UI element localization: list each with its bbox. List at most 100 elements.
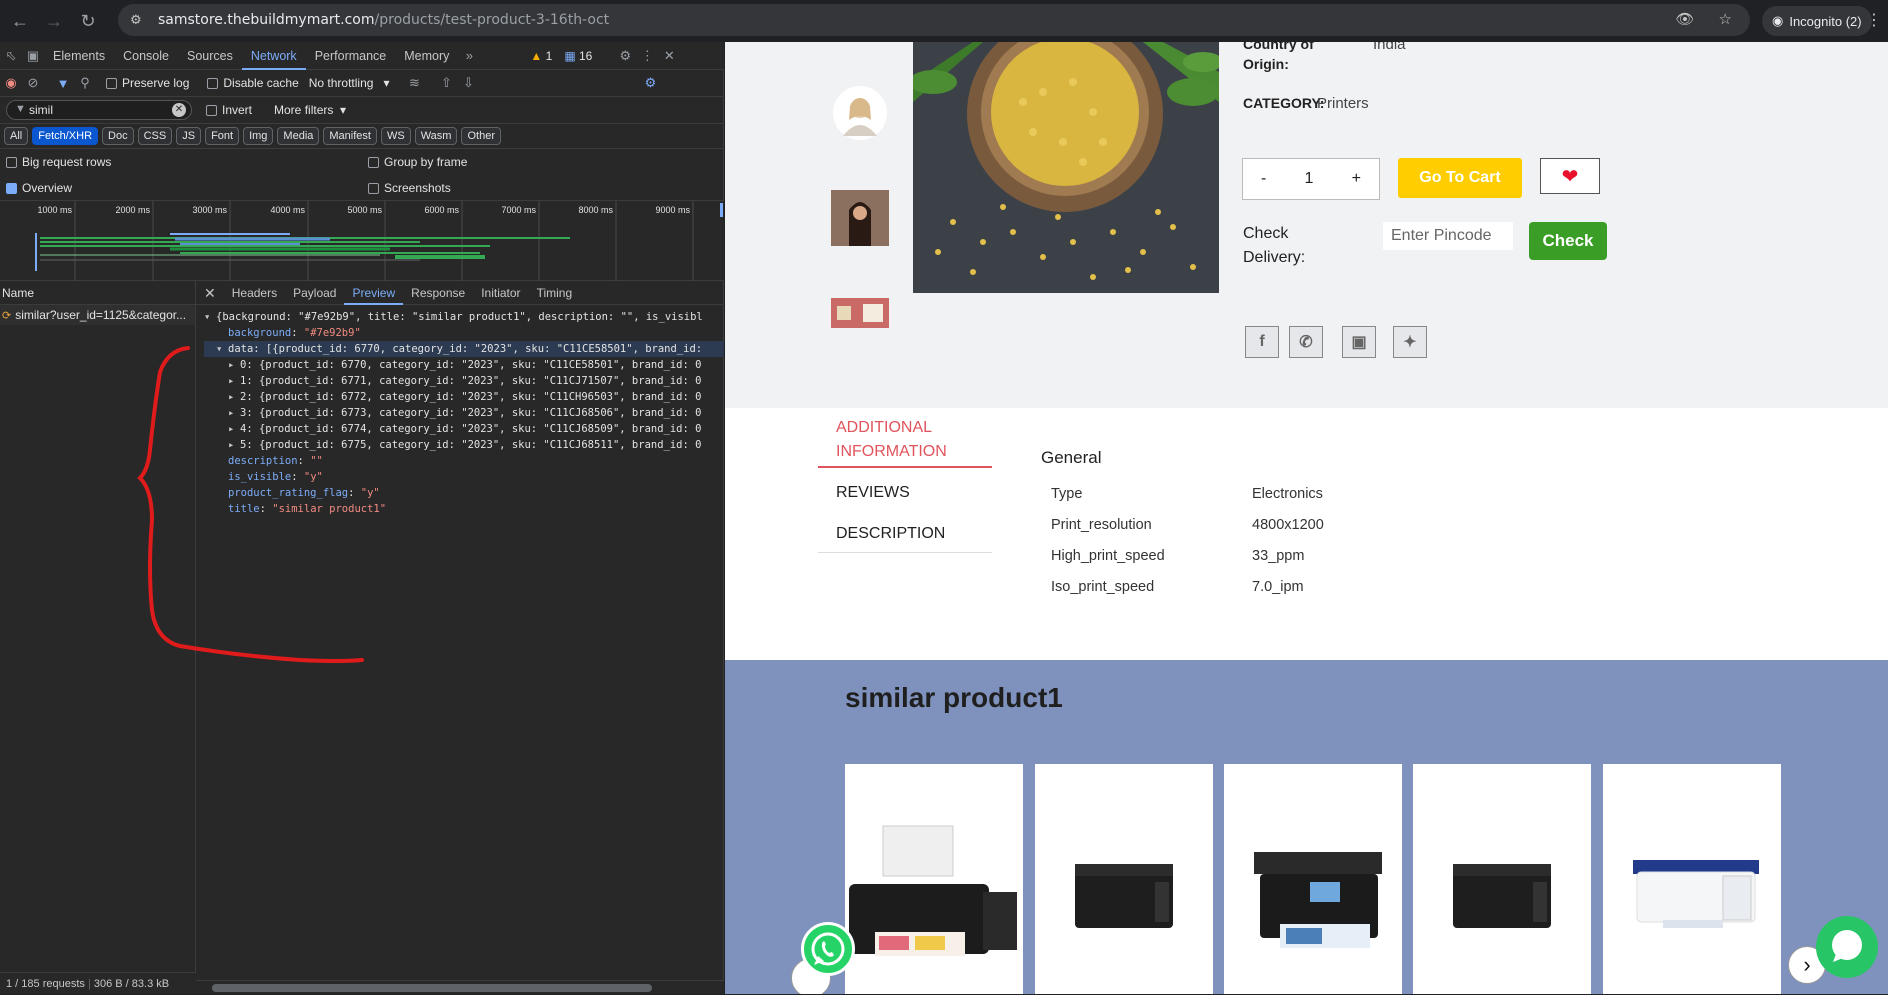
bookmark-star-icon[interactable]: ☆ [1719,10,1732,28]
tab-headers[interactable]: Headers [224,281,285,305]
network-overview-timeline[interactable]: 1000 ms 2000 ms 3000 ms 4000 ms 5000 ms … [0,201,724,281]
thumbnail-1[interactable] [831,84,889,142]
tab-memory[interactable]: Memory [395,42,458,70]
spec-key: Type [1051,486,1083,502]
tab-sources[interactable]: Sources [178,42,242,70]
tab-console[interactable]: Console [114,42,178,70]
qty-increment-button[interactable]: + [1352,170,1361,188]
thumbnail-3[interactable] [831,298,889,328]
group-by-frame-checkbox[interactable]: Group by frame [368,155,467,169]
type-all[interactable]: All [4,127,29,145]
back-icon[interactable]: ← [6,7,34,35]
network-conditions-icon[interactable]: ≋ [403,75,425,91]
reload-icon[interactable]: ↻ [74,7,102,35]
product-card[interactable] [845,764,1023,994]
wishlist-button[interactable]: ❤ [1540,158,1600,194]
type-wasm[interactable]: Wasm [414,127,458,145]
preview-item[interactable]: ▸ 0: {product_id: 6770, category_id: "202… [204,357,724,373]
inspect-icon[interactable]: ⬁ [0,48,22,64]
type-manifest[interactable]: Manifest [323,127,377,145]
whatsapp-share-button[interactable]: ✆ [1289,326,1323,358]
horizontal-scrollbar[interactable] [196,980,724,994]
instagram-share-button[interactable]: ▣ [1342,326,1376,358]
tab-additional-information[interactable]: ADDITIONAL INFORMATION [836,416,996,464]
product-card[interactable] [1603,764,1781,994]
product-card[interactable] [1224,764,1402,994]
tab-preview[interactable]: Preview [344,281,404,305]
product-card[interactable] [1035,764,1213,994]
messages-count[interactable]: ▦ 16 [564,49,592,63]
type-fetch-xhr[interactable]: Fetch/XHR [32,127,99,145]
eye-off-icon[interactable]: 👁 [1676,10,1695,28]
settings-gear-icon[interactable]: ⚙ [614,48,636,64]
close-devtools-icon[interactable]: ✕ [658,48,680,64]
site-info-icon[interactable]: ⚙ [130,12,148,28]
preview-item[interactable]: ▸ 5: {product_id: 6775, category_id: "202… [204,437,724,453]
type-css[interactable]: CSS [137,127,173,145]
screenshots-checkbox[interactable]: Screenshots [368,181,451,195]
search-icon[interactable]: ⚲ [74,75,96,91]
check-delivery-button[interactable]: Check [1529,222,1607,260]
product-card[interactable] [1413,764,1591,994]
tab-elements[interactable]: Elements [44,42,114,70]
close-detail-icon[interactable]: ✕ [196,281,224,305]
forward-icon[interactable]: → [40,7,68,35]
incognito-badge[interactable]: ◉ Incognito (2) [1762,6,1872,36]
warning-count[interactable]: ▲ 1 [530,49,552,63]
product-main-image[interactable] [913,42,1219,293]
request-row[interactable]: ⟳ similar?user_id=1125&categor... [0,305,195,325]
type-doc[interactable]: Doc [102,127,134,145]
devtools-menu-icon[interactable]: ⋮ [636,48,658,64]
overview-checkbox[interactable]: Overview [6,181,72,195]
type-media[interactable]: Media [277,127,320,145]
browser-menu-icon[interactable]: ⋮ [1866,10,1882,30]
filter-icon[interactable]: ▼ [52,76,74,91]
export-har-icon[interactable]: ⇩ [457,75,479,91]
invert-checkbox[interactable]: Invert [206,103,252,117]
tab-description[interactable]: DESCRIPTION [836,525,945,543]
import-har-icon[interactable]: ⇧ [435,75,457,91]
address-bar[interactable]: ⚙ samstore.thebuildmymart.com/products/t… [118,4,1750,36]
network-settings-icon[interactable]: ⚙ [639,75,661,91]
throttling-select[interactable]: No throttling ▾ [309,76,390,90]
qty-decrement-button[interactable]: - [1261,170,1266,188]
type-js[interactable]: JS [176,127,202,145]
thumbnail-2[interactable] [831,190,889,246]
tab-initiator[interactable]: Initiator [473,281,528,305]
tab-network[interactable]: Network [241,42,306,70]
preview-item[interactable]: ▸ 2: {product_id: 6772, category_id: "202… [204,389,724,405]
clear-filter-icon[interactable]: ✕ [172,103,186,117]
big-request-rows-checkbox[interactable]: Big request rows [6,155,111,169]
tab-performance[interactable]: Performance [306,42,396,70]
filter-input[interactable]: ▼ simil ✕ [6,100,192,120]
whatsapp-chat-button[interactable] [801,922,855,976]
go-to-cart-button[interactable]: Go To Cart [1398,158,1522,198]
type-font[interactable]: Font [205,127,240,145]
device-toggle-icon[interactable]: ▣ [22,48,44,64]
live-chat-button[interactable] [1816,916,1878,978]
type-ws[interactable]: WS [380,127,411,145]
record-icon[interactable]: ◉ [0,75,22,91]
preview-item[interactable]: ▸ 1: {product_id: 6771, category_id: "202… [204,373,724,389]
twitter-share-button[interactable]: ✦ [1393,326,1427,358]
pincode-input[interactable]: Enter Pincode [1383,222,1513,250]
type-other[interactable]: Other [461,127,501,145]
preview-item[interactable]: ▸ 4: {product_id: 6774, category_id: "202… [204,421,724,437]
preview-root[interactable]: ▾ {background: "#7e92b9", title: "similar… [204,309,724,325]
name-column-header[interactable]: Name [0,281,195,305]
spec-key: Print_resolution [1051,517,1152,533]
type-img[interactable]: Img [243,127,274,145]
tab-reviews[interactable]: REVIEWS [836,484,910,502]
clear-icon[interactable]: ⊘ [22,75,44,91]
preview-item[interactable]: ▸ 3: {product_id: 6773, category_id: "202… [204,405,724,421]
qty-value[interactable]: 1 [1305,170,1314,188]
disable-cache-checkbox[interactable]: Disable cache [207,76,299,90]
more-filters-dropdown[interactable]: More filters ▾ [274,103,346,117]
more-tabs-icon[interactable]: » [458,48,480,63]
tab-timing[interactable]: Timing [529,281,581,305]
tab-payload[interactable]: Payload [285,281,344,305]
preserve-log-checkbox[interactable]: Preserve log [106,76,189,90]
preview-data-array[interactable]: ▾ data: [{product_id: 6770, category_id: … [204,341,724,357]
tab-response[interactable]: Response [403,281,473,305]
facebook-share-button[interactable]: f [1245,326,1279,358]
